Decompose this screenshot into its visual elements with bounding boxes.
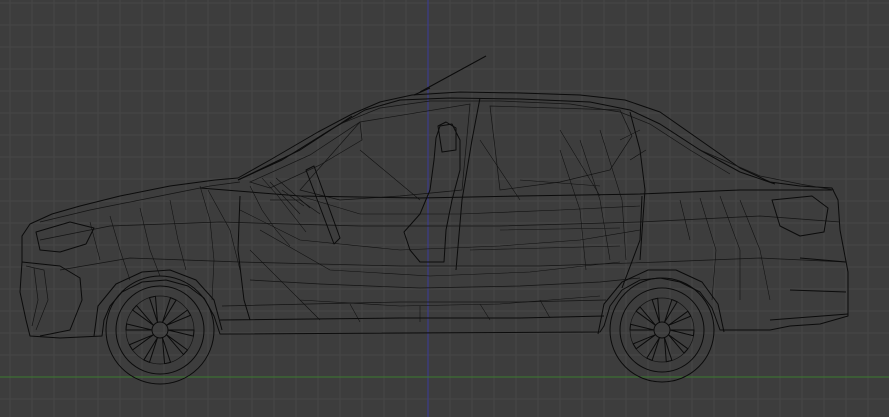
- wheel-spoke: [128, 334, 155, 351]
- wheel-spoke: [143, 337, 159, 363]
- wheel-spoke: [651, 297, 661, 323]
- c-pillar: [629, 111, 646, 261]
- rear-interior-mesh: [469, 129, 647, 271]
- wheel-spoke: [632, 334, 657, 350]
- front-bumper: [21, 261, 83, 337]
- wheel-spoke: [165, 309, 192, 326]
- wheel-spoke: [663, 337, 673, 363]
- trunk-lid: [699, 149, 835, 191]
- sill-line-2: [221, 299, 607, 307]
- wheel-spoke: [667, 310, 692, 326]
- a-pillar: [237, 115, 353, 181]
- body-crease-2: [59, 257, 847, 271]
- roof-line-2: [299, 100, 731, 175]
- wheel-spoke: [125, 323, 153, 331]
- steering-column: [270, 189, 321, 215]
- antenna: [419, 55, 487, 93]
- wheel-spoke: [635, 306, 657, 326]
- wheel-spoke: [629, 323, 655, 331]
- front-door-seam: [237, 195, 251, 321]
- headlight: [35, 221, 95, 253]
- car-body-outline: [19, 91, 849, 339]
- car-wireframe-model[interactable]: [19, 55, 849, 385]
- wheel-spoke: [165, 334, 189, 356]
- viewport-grid: [0, 0, 889, 417]
- viewport-canvas[interactable]: [0, 0, 889, 417]
- wheel-spoke: [161, 297, 177, 323]
- wheel-spoke: [646, 337, 661, 361]
- seat-headrest: [437, 121, 457, 153]
- sill-line: [219, 315, 605, 321]
- grille: [25, 265, 49, 331]
- rear-panel-lines: [679, 195, 771, 301]
- rear-door-window: [489, 105, 633, 191]
- body-crease-1: [39, 215, 841, 241]
- hood: [39, 181, 241, 223]
- roof-line: [237, 97, 776, 185]
- wheel-spoke: [667, 334, 689, 354]
- rear-wheel-arch: [597, 269, 725, 335]
- 3d-viewport[interactable]: [0, 0, 889, 417]
- wheel-spoke: [131, 304, 155, 326]
- wheel-spoke: [148, 295, 159, 323]
- windshield-frame: [249, 121, 363, 189]
